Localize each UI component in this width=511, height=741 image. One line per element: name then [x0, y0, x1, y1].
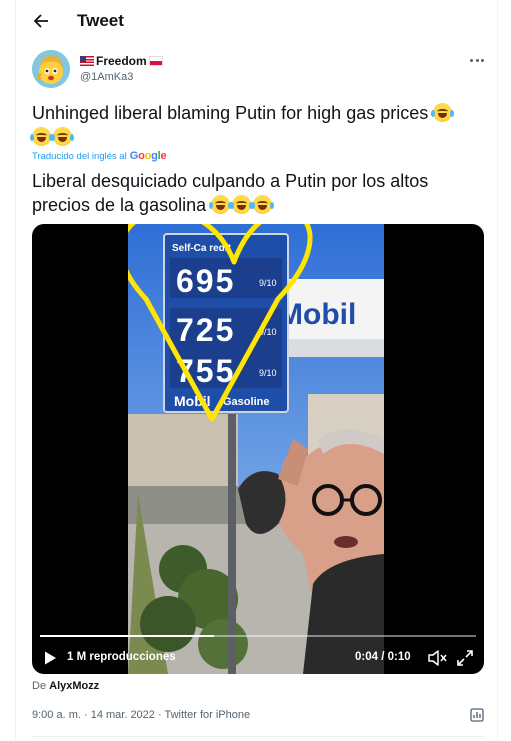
video-player[interactable]: Mobil Self-Ca redit 695 9/10 725 9/10 75… — [32, 224, 484, 674]
price-row: 725 9/10 — [170, 308, 282, 348]
video-controls: 1 M reproducciones 0:04 / 0:10 — [32, 629, 484, 674]
section-divider — [32, 736, 484, 737]
more-dot-icon — [475, 58, 479, 62]
video-source: De AlyxMozz — [32, 680, 99, 692]
sign-brand-sub: Gasoline — [223, 396, 269, 408]
translated-line-1: Liberal desquiciado culpando a Putin por… — [32, 171, 429, 191]
tears-of-joy-emoji-icon — [51, 127, 74, 146]
video-time: 0:04 / 0:10 — [355, 651, 411, 663]
view-count: 1 M reproducciones — [67, 651, 176, 663]
tears-of-joy-emoji-icon — [30, 127, 53, 146]
more-dot-icon — [480, 58, 484, 62]
page-title: Tweet — [77, 11, 124, 30]
price-main: 695 — [176, 263, 235, 299]
tears-of-joy-emoji-icon — [431, 103, 455, 122]
poland-flag-icon — [148, 56, 163, 66]
tears-of-joy-emoji-icon — [230, 195, 254, 214]
translation-attribution[interactable]: Traducido del inglés al Google — [32, 150, 167, 162]
tweet-text-body: Unhinged liberal blaming Putin for high … — [32, 103, 429, 123]
tweet-time[interactable]: 9:00 a. m. — [32, 709, 81, 721]
price-row: 695 9/10 — [170, 258, 282, 299]
mobil-canopy-logo: Mobil — [278, 298, 356, 331]
video-progress-bar[interactable] — [40, 635, 476, 637]
price-fraction: 9/10 — [259, 368, 277, 378]
tears-of-joy-emoji-icon — [209, 195, 233, 214]
author-name-text: Freedom — [96, 54, 147, 68]
translated-line-2: precios de la gasolina — [32, 195, 207, 215]
fullscreen-icon[interactable] — [455, 648, 475, 668]
author-display-name[interactable]: Freedom — [80, 54, 163, 68]
more-options-button[interactable] — [466, 52, 488, 68]
timeline-border-left — [15, 0, 16, 741]
avatar-image — [32, 50, 70, 88]
video-progress-fill — [40, 635, 215, 637]
tweet-text: Unhinged liberal blaming Putin for high … — [30, 101, 482, 149]
video-frame-image: Mobil Self-Ca redit 695 9/10 725 9/10 75… — [128, 224, 384, 674]
translation-prefix: Traducido del inglés al — [32, 150, 127, 162]
tweet-meta: 9:00 a. m. · 14 mar. 2022 · Twitter for … — [32, 709, 251, 721]
analytics-icon[interactable] — [469, 707, 485, 723]
tweet-client[interactable]: Twitter for iPhone — [165, 709, 251, 721]
translated-text: Liberal desquiciado culpando a Putin por… — [32, 169, 482, 217]
author-handle[interactable]: @1AmKa3 — [80, 71, 133, 83]
tweet-date[interactable]: 14 mar. 2022 — [91, 709, 155, 721]
more-dot-icon — [470, 58, 474, 62]
play-icon[interactable] — [42, 650, 58, 666]
source-prefix: De — [32, 680, 47, 692]
back-arrow-icon — [33, 14, 48, 28]
video-frame: Mobil Self-Ca redit 695 9/10 725 9/10 75… — [128, 224, 384, 674]
price-main: 725 — [176, 312, 235, 348]
avatar[interactable] — [32, 50, 70, 88]
price-fraction: 9/10 — [259, 278, 277, 288]
volume-muted-icon[interactable] — [427, 648, 447, 668]
page-header: Tweet — [15, 0, 497, 40]
tears-of-joy-emoji-icon — [251, 195, 275, 214]
timeline-border-right — [497, 0, 498, 741]
us-flag-icon — [80, 56, 94, 66]
google-logo: Google — [129, 150, 167, 162]
back-button[interactable] — [28, 8, 54, 34]
source-user-link[interactable]: AlyxMozz — [49, 680, 99, 692]
